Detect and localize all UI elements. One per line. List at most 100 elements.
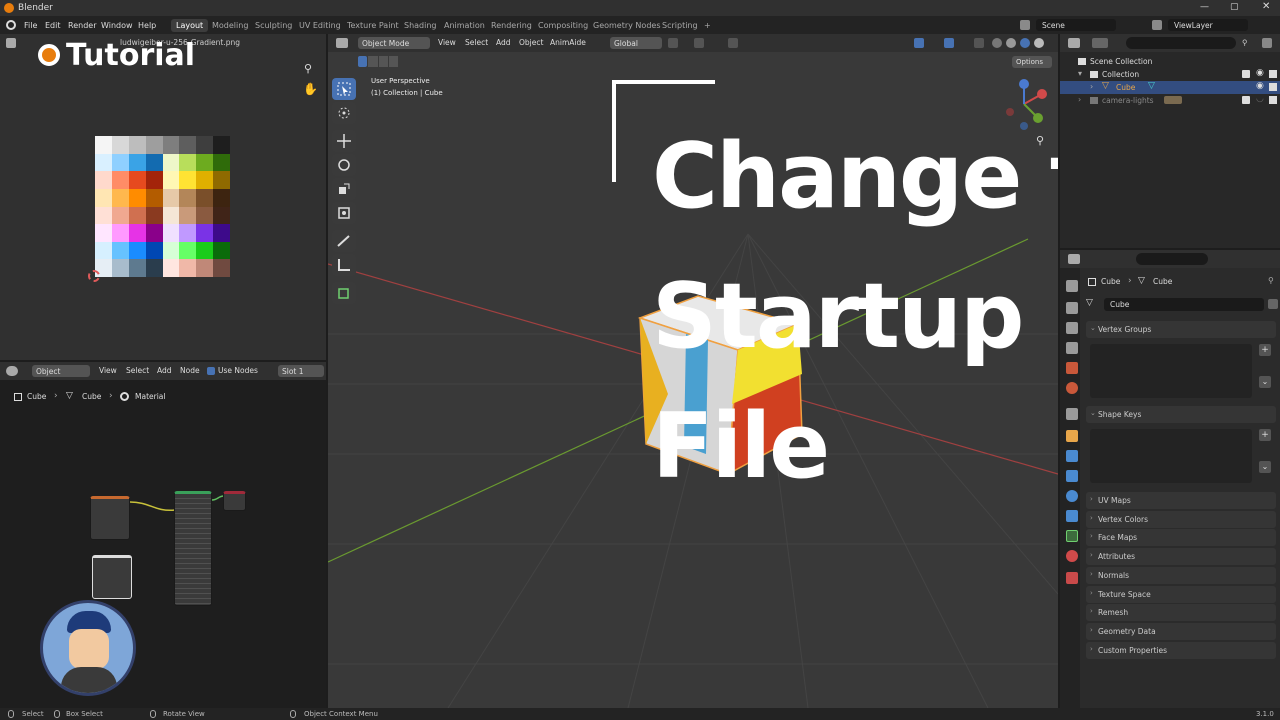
editor-type-icon[interactable]	[1068, 38, 1080, 48]
blender-menu-icon[interactable]	[6, 20, 16, 30]
cursor-tool[interactable]	[332, 102, 356, 124]
panel-custom-properties[interactable]: › Custom Properties	[1086, 642, 1276, 659]
tab-animation[interactable]: Animation	[439, 19, 490, 32]
view-layer-tab-icon[interactable]	[1066, 342, 1078, 354]
panel-geometry-data[interactable]: › Geometry Data	[1086, 623, 1276, 640]
object-tab-icon[interactable]	[1066, 430, 1078, 442]
menu-object[interactable]: Object	[519, 38, 543, 47]
particles-tab-icon[interactable]	[1066, 470, 1078, 482]
tool-tab-icon[interactable]	[1066, 280, 1078, 292]
gizmo-icon[interactable]	[914, 38, 924, 48]
outliner-row-cube[interactable]: › ▽ Cube ▽ ◉	[1060, 81, 1280, 94]
search-field[interactable]	[1126, 37, 1236, 49]
rotate-tool[interactable]	[332, 154, 356, 176]
modifier-tab-icon[interactable]	[1066, 450, 1078, 462]
camera-icon[interactable]	[1269, 83, 1277, 91]
expand-icon[interactable]: ›	[1078, 95, 1081, 104]
tab-scripting[interactable]: Scripting	[657, 19, 703, 32]
move-tool[interactable]	[332, 130, 356, 152]
collection-tab-icon[interactable]	[1066, 408, 1078, 420]
texture-coordinate-node[interactable]	[92, 555, 132, 599]
image-texture-node[interactable]	[90, 496, 130, 540]
maximize-button[interactable]: ▢	[1230, 2, 1239, 12]
tab-geometry-nodes[interactable]: Geometry Nodes	[588, 19, 665, 32]
menu-add[interactable]: Add	[496, 38, 511, 47]
checkbox-icon[interactable]	[1242, 70, 1250, 78]
wireframe-shading-icon[interactable]	[992, 38, 1002, 48]
menu-select[interactable]: Select	[465, 38, 488, 47]
mesh-data-tab-icon[interactable]	[1066, 530, 1078, 542]
transform-orientation-dropdown[interactable]: Global	[610, 37, 662, 49]
tab-compositing[interactable]: Compositing	[533, 19, 593, 32]
constraints-tab-icon[interactable]	[1066, 510, 1078, 522]
search-field[interactable]	[1136, 253, 1208, 265]
scene-field[interactable]: Scene	[1036, 19, 1116, 31]
camera-icon[interactable]	[1269, 96, 1277, 104]
object-mode-dropdown[interactable]: Object Mode	[358, 37, 430, 49]
tab-layout[interactable]: Layout	[171, 19, 209, 32]
add-vertex-group-button[interactable]: +	[1259, 344, 1271, 356]
pin-icon[interactable]: ⚲	[1268, 276, 1274, 285]
panel-remesh[interactable]: › Remesh	[1086, 604, 1276, 621]
material-shading-icon[interactable]	[1020, 38, 1030, 48]
select-mode-buttons[interactable]	[358, 56, 398, 67]
world-tab-icon[interactable]	[1066, 382, 1078, 394]
panel-normals[interactable]: › Normals	[1086, 567, 1276, 584]
filter-icon[interactable]: ⚲	[1242, 38, 1248, 47]
physics-tab-icon[interactable]	[1066, 490, 1078, 502]
mesh-name-field[interactable]: Cube	[1104, 298, 1264, 311]
menu-animaide[interactable]: AnimAide	[550, 38, 586, 47]
menu-window[interactable]: Window	[101, 21, 133, 30]
panel-attributes[interactable]: › Attributes	[1086, 548, 1276, 565]
zoom-icon[interactable]: ⚲	[304, 62, 312, 75]
options-dropdown[interactable]: Options	[1012, 56, 1052, 68]
render-tab-icon[interactable]	[1066, 302, 1078, 314]
display-mode-icon[interactable]	[1092, 38, 1108, 48]
hand-icon[interactable]: ✋	[303, 82, 318, 96]
menu-file[interactable]: File	[24, 21, 37, 30]
camera-icon[interactable]	[1269, 70, 1277, 78]
vertex-groups-list[interactable]	[1090, 344, 1252, 398]
fake-user-icon[interactable]	[1268, 299, 1278, 309]
editor-type-icon[interactable]	[336, 38, 348, 48]
outliner-row-scene-collection[interactable]: Scene Collection	[1060, 55, 1280, 68]
eye-icon[interactable]: ◉	[1256, 68, 1264, 78]
tab-rendering[interactable]: Rendering	[486, 19, 537, 32]
editor-type-icon[interactable]	[6, 38, 16, 48]
panel-texture-space[interactable]: › Texture Space	[1086, 586, 1276, 603]
principled-bsdf-node[interactable]	[174, 491, 212, 606]
checkbox-icon[interactable]	[1242, 96, 1250, 104]
close-button[interactable]: ✕	[1262, 1, 1270, 12]
menu-view[interactable]: View	[438, 38, 456, 47]
tab-modeling[interactable]: Modeling	[207, 19, 253, 32]
menu-render[interactable]: Render	[68, 21, 96, 30]
panel-face-maps[interactable]: › Face Maps	[1086, 529, 1276, 546]
add-shape-key-button[interactable]: +	[1259, 429, 1271, 441]
shape-keys-list[interactable]	[1090, 429, 1252, 483]
expand-icon[interactable]: ›	[1090, 82, 1093, 91]
tab-uv-editing[interactable]: UV Editing	[294, 19, 346, 32]
add-workspace-button[interactable]: +	[699, 19, 716, 32]
texture-tab-icon[interactable]	[1066, 572, 1078, 584]
scene-tab-icon[interactable]	[1066, 362, 1078, 374]
overlay-icon[interactable]	[944, 38, 954, 48]
material-tab-icon[interactable]	[1066, 550, 1078, 562]
measure-tool[interactable]	[332, 254, 356, 276]
pivot-icon[interactable]	[668, 38, 678, 48]
solid-shading-icon[interactable]	[1006, 38, 1016, 48]
material-output-node[interactable]	[223, 491, 246, 511]
2d-cursor-icon[interactable]	[88, 270, 100, 282]
eye-icon[interactable]: ◉	[1256, 81, 1264, 91]
shape-key-menu-button[interactable]: ⌄	[1259, 461, 1271, 473]
panel-vertex-groups[interactable]: ⌄ Vertex Groups	[1086, 321, 1276, 338]
3d-viewport[interactable]: Object Mode View Select Add Object AnimA…	[328, 34, 1058, 708]
editor-type-icon[interactable]	[1068, 254, 1080, 264]
select-box-tool[interactable]	[332, 78, 356, 100]
outliner-row-camera-lights[interactable]: › camera-lights ◡	[1060, 94, 1280, 107]
tab-shading[interactable]: Shading	[399, 19, 442, 32]
rendered-shading-icon[interactable]	[1034, 38, 1044, 48]
menu-edit[interactable]: Edit	[45, 21, 61, 30]
add-cube-tool[interactable]	[332, 282, 356, 304]
panel-vertex-colors[interactable]: › Vertex Colors	[1086, 511, 1276, 528]
scale-tool[interactable]	[332, 178, 356, 200]
